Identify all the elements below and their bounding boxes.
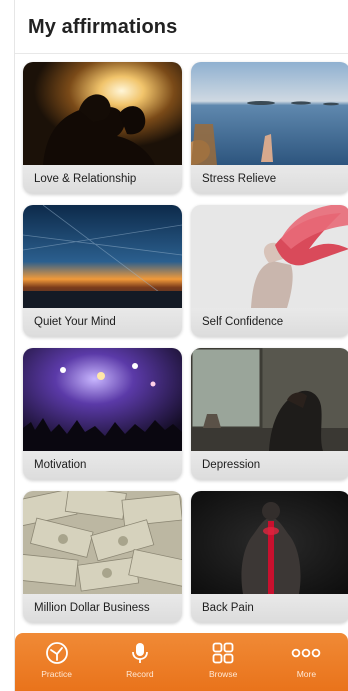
card-caption: Quiet Your Mind (23, 308, 182, 337)
card-motivation[interactable]: Motivation (23, 348, 182, 480)
card-image (23, 205, 182, 308)
card-image (191, 348, 348, 451)
card-stress-relieve[interactable]: Stress Relieve (191, 62, 348, 194)
card-image (191, 62, 348, 165)
card-label: Self Confidence (202, 316, 284, 328)
left-divider (14, 0, 15, 691)
more-dots-icon (271, 641, 341, 667)
card-caption: Stress Relieve (191, 165, 348, 194)
card-million-dollar-business[interactable]: Million Dollar Business (23, 491, 182, 623)
microphone-icon (105, 641, 175, 667)
card-label: Stress Relieve (202, 173, 277, 185)
tab-label: Practice (41, 669, 72, 679)
card-back-pain[interactable]: Back Pain (191, 491, 348, 623)
bottom-tab-bar: Practice Record Browse More (15, 633, 348, 691)
card-label: Depression (202, 459, 261, 471)
card-caption: Self Confidence (191, 308, 348, 337)
tab-browse[interactable]: Browse (188, 641, 258, 679)
tab-label: More (296, 669, 317, 679)
card-image (23, 62, 182, 165)
card-label: Back Pain (202, 602, 254, 614)
card-caption: Back Pain (191, 594, 348, 623)
card-label: Love & Relationship (34, 173, 137, 185)
card-self-confidence[interactable]: Self Confidence (191, 205, 348, 337)
card-image (191, 205, 348, 308)
app-header: My affirmations (15, 0, 348, 54)
card-image (23, 348, 182, 451)
card-label: Quiet Your Mind (34, 316, 116, 328)
card-caption: Depression (191, 451, 348, 480)
card-depression[interactable]: Depression (191, 348, 348, 480)
affirmation-grid: Love & Relationship Stress Relieve Quiet… (23, 62, 348, 623)
card-love-relationship[interactable]: Love & Relationship (23, 62, 182, 194)
card-caption: Love & Relationship (23, 165, 182, 194)
tab-label: Record (126, 669, 154, 679)
grid-icon (188, 641, 258, 667)
card-caption: Million Dollar Business (23, 594, 182, 623)
practice-icon (22, 641, 92, 667)
tab-practice[interactable]: Practice (22, 641, 92, 679)
card-caption: Motivation (23, 451, 182, 480)
tab-label: Browse (208, 669, 238, 679)
tab-more[interactable]: More (271, 641, 341, 679)
card-image (191, 491, 348, 594)
card-quiet-your-mind[interactable]: Quiet Your Mind (23, 205, 182, 337)
card-image (23, 491, 182, 594)
tab-record[interactable]: Record (105, 641, 175, 679)
card-label: Million Dollar Business (34, 602, 150, 614)
card-label: Motivation (34, 459, 87, 471)
page-title: My affirmations (28, 16, 178, 38)
